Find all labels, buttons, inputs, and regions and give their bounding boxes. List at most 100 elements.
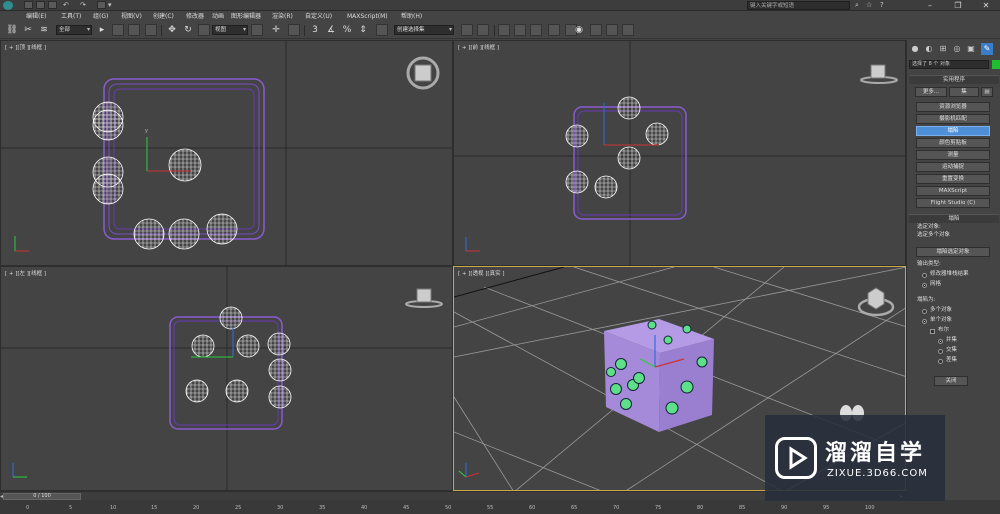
utility-asset-browser[interactable]: 资源浏览器 — [916, 102, 990, 112]
more-button[interactable]: 更多... — [915, 87, 947, 97]
close-utility-button[interactable]: 关闭 — [934, 376, 968, 386]
rendered-frame-window-icon[interactable] — [606, 24, 618, 36]
star-icon[interactable]: ☆ — [866, 1, 872, 10]
viewcube-top[interactable] — [405, 55, 441, 91]
unlink-icon[interactable]: ✂ — [22, 24, 34, 36]
window-crossing-icon[interactable] — [145, 24, 157, 36]
search-icon[interactable]: ⌕ — [855, 1, 859, 10]
viewport-front[interactable]: [ + ][前 ][线框 ] — [453, 40, 906, 266]
menu-group[interactable]: 组(G) — [93, 12, 108, 21]
mirror-icon[interactable] — [461, 24, 473, 36]
select-and-move-icon[interactable]: ✥ — [166, 24, 178, 36]
graphite-ribbon-icon[interactable] — [530, 24, 542, 36]
maximize-button[interactable]: ❐ — [944, 0, 972, 11]
close-window-button[interactable]: ✕ — [972, 0, 1000, 11]
display-tab-icon[interactable]: ▣ — [965, 43, 977, 55]
menu-create[interactable]: 创建(C) — [153, 12, 174, 21]
viewport-front-label[interactable]: [ + ][前 ][线框 ] — [458, 43, 499, 51]
select-by-name-icon[interactable] — [112, 24, 124, 36]
viewcube-perspective[interactable] — [856, 283, 896, 319]
rectangular-selection-icon[interactable] — [128, 24, 140, 36]
configure-sets-icon[interactable]: ▤ — [981, 87, 993, 97]
utility-motion-capture[interactable]: 运动捕捉 — [916, 162, 990, 172]
collapse-selected-button[interactable]: 塌陷选定对象 — [916, 247, 990, 257]
utility-measure[interactable]: 测量 — [916, 150, 990, 160]
menu-edit[interactable]: 编辑(E) — [26, 12, 46, 21]
selection-filter-dropdown[interactable]: 全部 — [56, 25, 92, 35]
utility-reset-xform[interactable]: 重置变换 — [916, 174, 990, 184]
select-and-scale-icon[interactable] — [198, 24, 210, 36]
utility-flight-studio[interactable]: Flight Studio (C) — [916, 198, 990, 208]
collapse-single-radio[interactable] — [922, 319, 927, 324]
align-icon[interactable] — [477, 24, 489, 36]
edit-named-selection-icon[interactable] — [376, 24, 388, 36]
utilities-rollout-title[interactable]: 实用程序 — [909, 75, 999, 84]
create-tab-icon[interactable]: ● — [909, 43, 921, 55]
snaps-toggle-icon[interactable]: 3 — [309, 24, 321, 36]
search-input[interactable]: 键入关键字或短语 — [747, 1, 850, 10]
menu-graph-editors[interactable]: 图形编辑器 — [231, 12, 261, 21]
menu-animation[interactable]: 动画 — [212, 12, 224, 21]
viewcube-left[interactable] — [404, 287, 444, 309]
render-setup-icon[interactable] — [590, 24, 602, 36]
project-folder-icon[interactable] — [97, 1, 106, 9]
redo-icon[interactable]: ↷ — [80, 1, 86, 10]
angle-snap-icon[interactable]: ∡ — [325, 24, 337, 36]
app-logo-icon[interactable] — [3, 1, 13, 10]
reference-coordinate-dropdown[interactable]: 视图 — [212, 25, 248, 35]
time-slider-handle[interactable]: 0 / 100 — [3, 493, 81, 500]
track-bar[interactable]: 0 5 10 15 20 25 30 35 40 45 50 55 60 65 … — [0, 500, 1000, 514]
viewcube-front[interactable] — [859, 63, 899, 85]
utility-collapse[interactable]: 塌陷 — [916, 126, 990, 136]
collapse-multiple-radio[interactable] — [922, 309, 927, 314]
boolean-intersection-radio[interactable] — [938, 349, 943, 354]
scene-explorer-icon[interactable] — [514, 24, 526, 36]
boolean-union-radio[interactable] — [938, 339, 943, 344]
menu-rendering[interactable]: 渲染(R) — [272, 12, 293, 21]
menu-tools[interactable]: 工具(T) — [61, 12, 81, 21]
save-file-icon[interactable] — [48, 1, 57, 9]
link-icon[interactable]: ⛓ — [6, 24, 18, 36]
utility-camera-match[interactable]: 摄影机匹配 — [916, 114, 990, 124]
manipulate-icon[interactable]: ✛ — [270, 24, 282, 36]
viewport-top[interactable]: [ + ][顶 ][线框 ] y — [0, 40, 453, 266]
menu-maxscript[interactable]: MAXScript(M) — [347, 12, 388, 21]
boolean-checkbox[interactable] — [930, 329, 935, 334]
boolean-subtraction-radio[interactable] — [938, 359, 943, 364]
viewport-left-label[interactable]: [ + ][左 ][线框 ] — [5, 269, 46, 277]
percent-snap-icon[interactable]: % — [341, 24, 353, 36]
utilities-tab-icon[interactable]: ✎ — [981, 43, 993, 55]
menu-modifiers[interactable]: 修改器 — [186, 12, 204, 21]
object-color-swatch[interactable] — [992, 60, 1000, 69]
sets-button[interactable]: 集 — [949, 87, 979, 97]
motion-tab-icon[interactable]: ◎ — [951, 43, 963, 55]
minimize-button[interactable]: – — [916, 0, 944, 11]
help-icon[interactable]: ? — [880, 1, 884, 10]
hierarchy-tab-icon[interactable]: ⊞ — [937, 43, 949, 55]
menu-help[interactable]: 帮助(H) — [401, 12, 422, 21]
menu-views[interactable]: 视图(V) — [121, 12, 142, 21]
quick-access-dropdown-icon[interactable]: ▾ — [108, 1, 112, 10]
undo-icon[interactable]: ↶ — [63, 1, 69, 10]
collapse-rollout-title[interactable]: 塌陷 — [909, 214, 999, 223]
material-editor-icon[interactable]: ◉ — [573, 24, 585, 36]
select-object-icon[interactable]: ▸ — [96, 24, 108, 36]
modify-tab-icon[interactable]: ◐ — [923, 43, 935, 55]
menu-customize[interactable]: 自定义(U) — [305, 12, 332, 21]
viewport-perspective-label[interactable]: [ + ][透视 ][真实 ] — [458, 269, 504, 277]
named-selection-set-dropdown[interactable]: 创建选择集 — [394, 25, 454, 35]
viewport-top-label[interactable]: [ + ][顶 ][线框 ] — [5, 43, 46, 51]
utility-maxscript[interactable]: MAXScript — [916, 186, 990, 196]
output-modifier-stack-radio[interactable] — [922, 273, 927, 278]
new-file-icon[interactable] — [24, 1, 33, 9]
bind-space-warp-icon[interactable]: ≋ — [38, 24, 50, 36]
spinner-snap-icon[interactable]: ⇕ — [357, 24, 369, 36]
output-mesh-radio[interactable] — [922, 283, 927, 288]
render-production-icon[interactable] — [622, 24, 634, 36]
pivot-center-icon[interactable] — [251, 24, 263, 36]
keyboard-shortcut-override-icon[interactable] — [288, 24, 300, 36]
curve-editor-icon[interactable] — [548, 24, 560, 36]
layer-explorer-icon[interactable] — [498, 24, 510, 36]
open-file-icon[interactable] — [36, 1, 45, 9]
select-and-rotate-icon[interactable]: ↻ — [182, 24, 194, 36]
